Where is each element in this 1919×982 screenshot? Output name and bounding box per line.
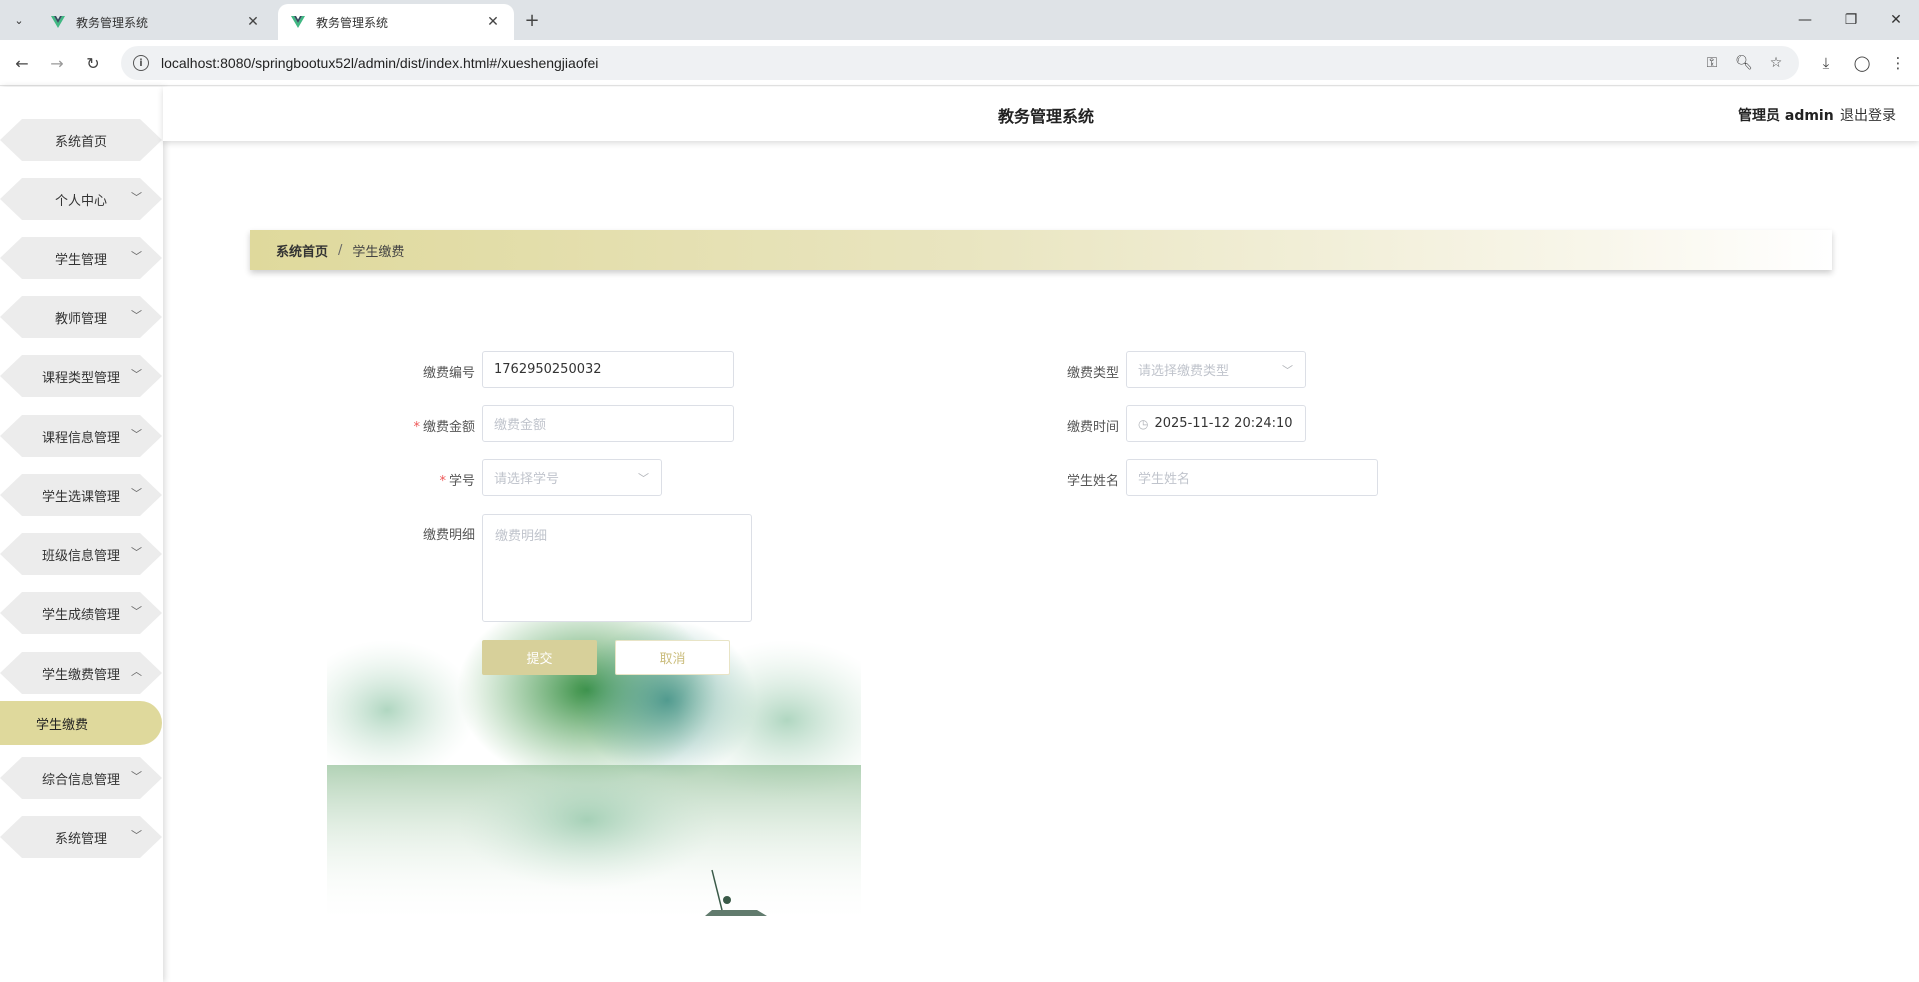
cancel-button[interactable]: 取消 — [615, 640, 730, 675]
chevron-down-icon: ﹀ — [131, 428, 142, 441]
zoom-icon[interactable]: 🔍︎ — [1734, 55, 1754, 71]
sidebar-item-class-info[interactable]: 班级信息管理 ﹀ — [0, 531, 162, 577]
bookmark-star-icon[interactable]: ☆ — [1766, 55, 1786, 71]
sidebar-item-label: 个人中心 — [54, 193, 107, 209]
payment-type-select[interactable]: 请选择缴费类型 ﹀ — [1126, 351, 1306, 388]
browser-toolbar: ← → ↻ i localhost:8080/springbootux52l/a… — [0, 40, 1919, 86]
student-no-label: * 学号 — [385, 470, 475, 489]
breadcrumb-home[interactable]: 系统首页 — [276, 241, 328, 260]
browser-tab-1[interactable]: 教务管理系统 ✕ — [38, 4, 274, 40]
chevron-down-icon: ﹀ — [131, 250, 142, 263]
sidebar-item-label: 课程类型管理 — [41, 370, 120, 386]
chevron-down-icon: ﹀ — [131, 546, 142, 559]
payment-type-label: 缴费类型 — [1066, 366, 1119, 381]
tab-close-icon[interactable]: ✕ — [484, 13, 502, 31]
url-text: localhost:8080/springbootux52l/admin/dis… — [161, 55, 599, 71]
breadcrumb-separator: / — [338, 242, 343, 258]
amount-label: * 缴费金额 — [385, 416, 475, 435]
sidebar-item-label: 教师管理 — [54, 311, 107, 327]
chevron-down-icon: ﹀ — [131, 309, 142, 322]
chevron-down-icon: ﹀ — [1282, 364, 1293, 377]
app-title: 教务管理系统 — [998, 107, 1095, 126]
tab-list-icon[interactable]: ⌄ — [6, 8, 32, 32]
sidebar-item-grades[interactable]: 学生成绩管理 ﹀ — [0, 590, 162, 636]
tab-title: 教务管理系统 — [316, 15, 389, 30]
student-name-label: 学生姓名 — [1066, 474, 1119, 489]
chevron-down-icon: ﹀ — [131, 368, 142, 381]
tab-close-icon[interactable]: ✕ — [244, 13, 262, 31]
clock-icon: ◷ — [1138, 416, 1149, 431]
student-no-placeholder: 请选择学号 — [494, 472, 560, 487]
forward-icon[interactable]: → — [43, 50, 71, 76]
app-header: 教务管理系统 管理员 admin 退出登录 — [163, 87, 1919, 141]
sidebar-item-label: 学生选课管理 — [41, 489, 120, 505]
breadcrumb-current: 学生缴费 — [352, 244, 405, 260]
amount-label-text: 缴费金额 — [422, 420, 475, 435]
back-icon[interactable]: ← — [8, 50, 36, 76]
menu-icon[interactable]: ⋮ — [1887, 52, 1909, 74]
student-no-label-text: 学号 — [448, 474, 475, 489]
sidebar-item-course-selection[interactable]: 学生选课管理 ﹀ — [0, 472, 162, 518]
detail-label: 缴费明细 — [422, 528, 475, 543]
payment-time-value: 2025-11-12 20:24:10 — [1154, 416, 1293, 431]
chevron-up-icon: ︿ — [131, 665, 142, 678]
tab-title: 教务管理系统 — [76, 15, 149, 30]
sidebar-item-teachers[interactable]: 教师管理 ﹀ — [0, 294, 162, 340]
sidebar-item-home[interactable]: 系统首页 — [0, 117, 162, 163]
current-user: 管理员 admin — [1738, 108, 1834, 124]
sidebar-item-label: 系统首页 — [54, 134, 107, 150]
sidebar-item-system[interactable]: 系统管理 ﹀ — [0, 814, 162, 860]
sidebar-item-label: 综合信息管理 — [41, 772, 120, 788]
new-tab-icon[interactable]: + — [520, 8, 544, 32]
payment-no-input[interactable]: 1762950250032 — [482, 351, 734, 388]
sidebar-item-general-info[interactable]: 综合信息管理 ﹀ — [0, 755, 162, 801]
breadcrumb: 系统首页 / 学生缴费 — [250, 230, 1832, 270]
browser-tab-bar: ⌄ 教务管理系统 ✕ 教务管理系统 ✕ + — ❐ ✕ — [0, 0, 1919, 40]
restore-icon[interactable]: ❐ — [1828, 4, 1874, 36]
password-key-icon[interactable]: ⚿ — [1702, 55, 1722, 71]
sidebar-item-label: 学生管理 — [54, 252, 107, 268]
required-mark: * — [413, 420, 420, 435]
sidebar-item-label: 学生缴费管理 — [41, 667, 120, 683]
browser-tab-2[interactable]: 教务管理系统 ✕ — [278, 4, 514, 40]
submit-button[interactable]: 提交 — [482, 640, 597, 675]
vue-favicon-icon — [51, 16, 65, 28]
sidebar-item-label: 课程信息管理 — [41, 430, 120, 446]
minimize-icon[interactable]: — — [1782, 4, 1828, 36]
chevron-down-icon: ﹀ — [131, 605, 142, 618]
amount-input[interactable]: 缴费金额 — [482, 405, 734, 442]
sidebar-item-course-types[interactable]: 课程类型管理 ﹀ — [0, 353, 162, 399]
sidebar-item-personal-center[interactable]: 个人中心 ﹀ — [0, 176, 162, 222]
reload-icon[interactable]: ↻ — [79, 50, 107, 76]
required-mark: * — [439, 474, 446, 489]
sidebar-subitem-label: 学生缴费 — [36, 717, 89, 733]
sidebar-item-label: 学生成绩管理 — [41, 607, 120, 623]
close-window-icon[interactable]: ✕ — [1873, 4, 1919, 36]
chevron-down-icon: ﹀ — [638, 472, 649, 485]
payment-time-label: 缴费时间 — [1066, 420, 1119, 435]
sidebar-item-label: 班级信息管理 — [41, 548, 120, 564]
detail-textarea[interactable]: 缴费明细 — [482, 514, 752, 622]
payment-type-placeholder: 请选择缴费类型 — [1138, 364, 1230, 379]
sidebar-item-course-info[interactable]: 课程信息管理 ﹀ — [0, 413, 162, 459]
site-info-icon[interactable]: i — [133, 55, 149, 71]
chevron-down-icon: ﹀ — [131, 770, 142, 783]
sidebar-subitem-student-payment[interactable]: 学生缴费 — [0, 701, 162, 745]
chevron-down-icon: ﹀ — [131, 487, 142, 500]
profile-icon[interactable]: ◯ — [1851, 52, 1873, 74]
payment-time-picker[interactable]: ◷ 2025-11-12 20:24:10 — [1126, 405, 1306, 442]
sidebar: 系统首页 个人中心 ﹀ 学生管理 ﹀ 教师管理 ﹀ 课程类型管理 ﹀ 课程信息管… — [0, 87, 163, 982]
sidebar-item-payments[interactable]: 学生缴费管理 ︿ — [0, 650, 162, 696]
chevron-down-icon: ﹀ — [131, 191, 142, 204]
vue-favicon-icon — [291, 16, 305, 28]
chevron-down-icon: ﹀ — [131, 829, 142, 842]
payment-no-label: 缴费编号 — [422, 366, 475, 381]
sidebar-item-label: 系统管理 — [54, 831, 107, 847]
address-bar[interactable]: i localhost:8080/springbootux52l/admin/d… — [121, 46, 1799, 80]
download-icon[interactable]: ⤓ — [1815, 52, 1837, 74]
student-name-input[interactable]: 学生姓名 — [1126, 459, 1378, 496]
student-no-select[interactable]: 请选择学号 ﹀ — [482, 459, 662, 496]
sidebar-item-students[interactable]: 学生管理 ﹀ — [0, 235, 162, 281]
logout-link[interactable]: 退出登录 — [1840, 105, 1896, 125]
